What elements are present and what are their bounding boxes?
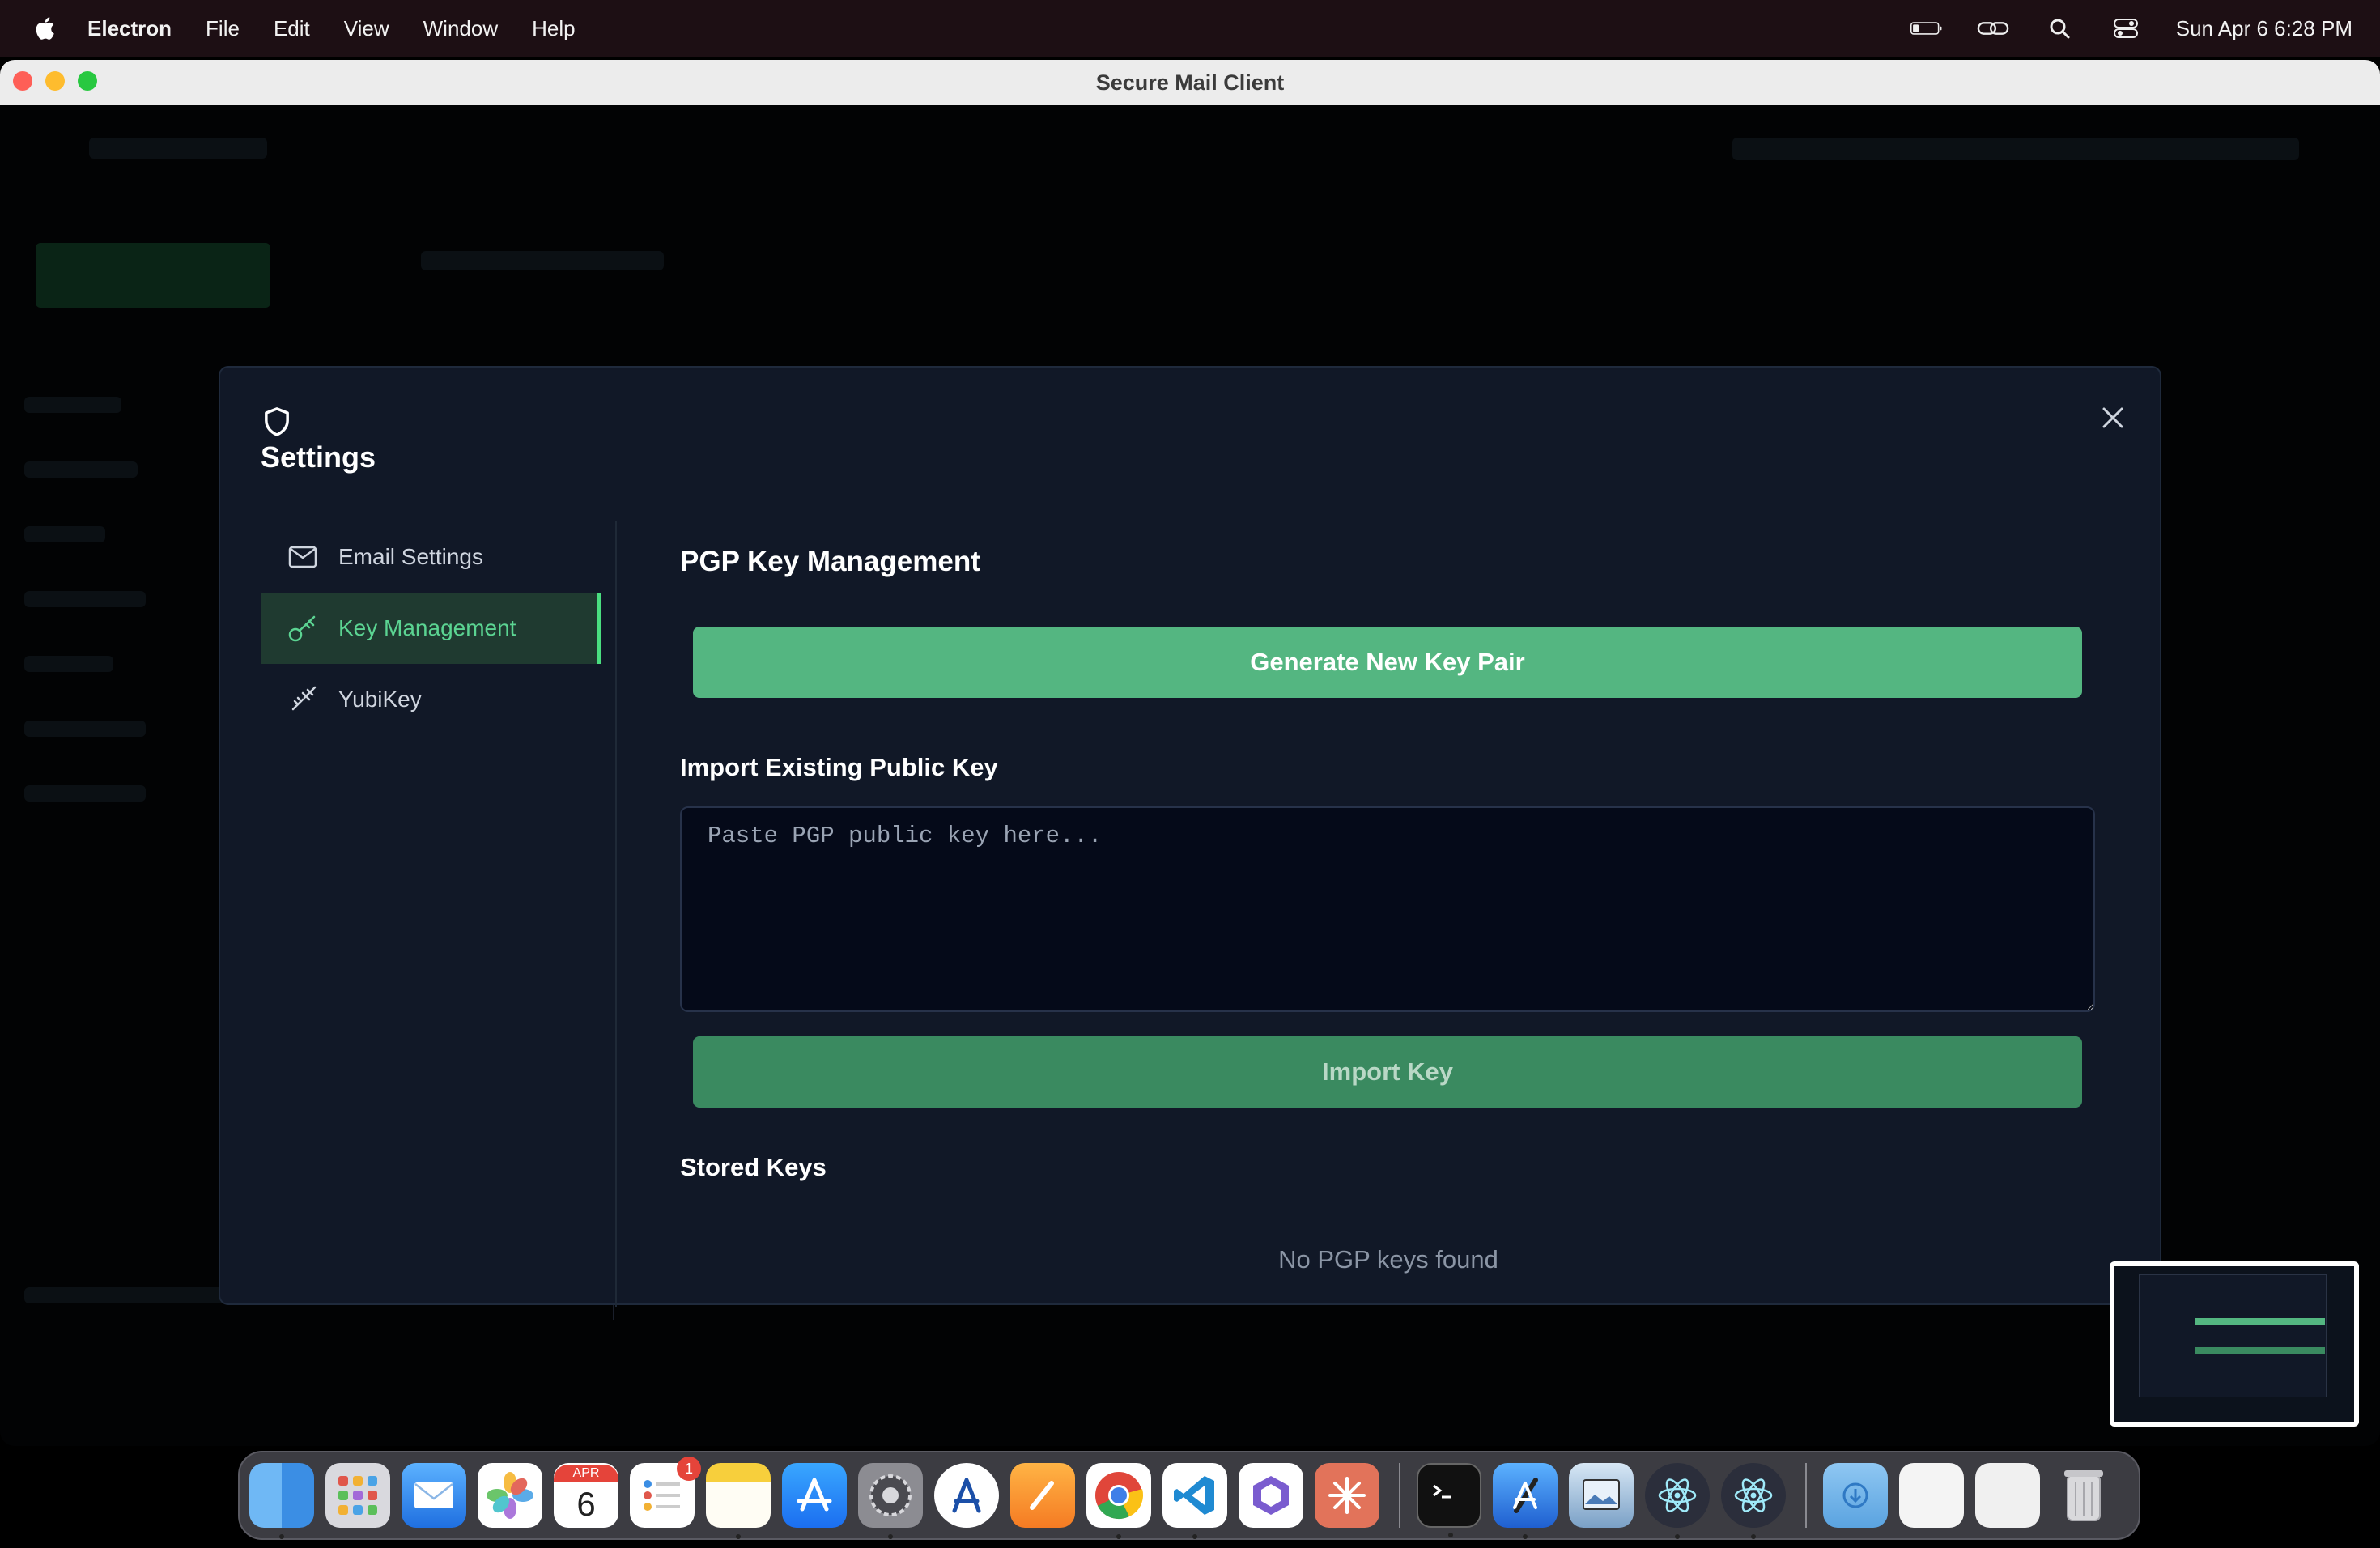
section-title: PGP Key Management (680, 546, 980, 577)
nav-yubikey[interactable]: YubiKey (261, 664, 601, 735)
folder-dimmed (24, 785, 146, 802)
folder-dimmed (24, 526, 105, 542)
shield-icon (265, 407, 289, 436)
empty-keys-message: No PGP keys found (1278, 1245, 1498, 1274)
menu-help[interactable]: Help (532, 16, 575, 41)
close-icon[interactable] (2097, 402, 2129, 434)
xcode-instruments-icon[interactable] (934, 1463, 999, 1528)
spark-icon[interactable] (1315, 1463, 1379, 1528)
window-minimize-button[interactable] (45, 71, 65, 91)
settings-nav: Email Settings Key Management YubiKey (261, 521, 601, 735)
menu-window[interactable]: Window (423, 16, 498, 41)
dock: APR 6 1 (238, 1451, 2140, 1540)
dock-separator (1805, 1463, 1807, 1528)
window-title: Secure Mail Client (1095, 70, 1285, 95)
preview-icon[interactable] (1569, 1463, 1634, 1528)
electron-icon-2[interactable] (1721, 1463, 1786, 1539)
search-bar-dimmed (421, 251, 664, 270)
menu-view[interactable]: View (344, 16, 389, 41)
nav-key-management[interactable]: Key Management (261, 593, 601, 664)
folder-dimmed (24, 397, 121, 413)
window-zoom-button[interactable] (78, 71, 97, 91)
notes-icon[interactable] (706, 1463, 771, 1539)
key-icon (288, 615, 316, 642)
reminders-icon[interactable]: 1 (630, 1457, 701, 1528)
search-icon[interactable] (2043, 16, 2076, 40)
nav-email-settings[interactable]: Email Settings (261, 521, 601, 593)
window-close-button[interactable] (13, 71, 32, 91)
folder-dimmed (24, 656, 113, 672)
documents-stack-icon[interactable] (1899, 1463, 1964, 1528)
nav-yubikey-label: YubiKey (338, 687, 422, 712)
menu-clock[interactable]: Sun Apr 6 6:28 PM (2176, 16, 2352, 41)
link-icon[interactable] (1977, 16, 2009, 40)
control-center-icon[interactable] (2110, 16, 2142, 40)
yubikey-icon (291, 686, 317, 711)
system-settings-icon[interactable] (858, 1463, 923, 1539)
settings-header: Settings (261, 406, 376, 474)
finder-icon[interactable] (249, 1463, 314, 1539)
calendar-month: APR (554, 1465, 618, 1482)
downloads-folder-icon[interactable] (1823, 1463, 1888, 1528)
trash-icon[interactable] (2051, 1463, 2116, 1528)
apple-logo-icon[interactable] (32, 15, 60, 42)
folder-dimmed (24, 721, 146, 737)
settings-title: Settings (261, 440, 376, 474)
menu-bar: Electron File Edit View Window Help Sun … (0, 0, 2380, 57)
window-titlebar: Secure Mail Client (0, 60, 2380, 106)
compose-button-dimmed (36, 243, 270, 308)
screenshot-thumbnail[interactable] (2110, 1261, 2359, 1427)
app-window: Secure Mail Client Settings Email Settin… (0, 60, 2380, 1446)
import-section-title: Import Existing Public Key (680, 753, 998, 781)
app-logo-dimmed (89, 138, 267, 159)
files-stack-icon[interactable] (1975, 1463, 2040, 1528)
mail-icon[interactable] (402, 1463, 466, 1528)
folder-dimmed (24, 461, 138, 478)
stored-keys-title: Stored Keys (680, 1153, 827, 1181)
menu-edit[interactable]: Edit (274, 16, 310, 41)
public-key-input[interactable] (680, 806, 2095, 1012)
calendar-day: 6 (576, 1485, 596, 1523)
xcode-icon[interactable] (1493, 1463, 1558, 1539)
settings-modal: Settings Email Settings Key Management Y… (219, 366, 2161, 1307)
electron-icon[interactable] (1645, 1463, 1710, 1539)
app-store-icon[interactable] (782, 1463, 847, 1528)
photos-icon[interactable] (478, 1463, 542, 1528)
pages-icon[interactable] (1010, 1463, 1075, 1528)
dock-separator (1399, 1463, 1400, 1528)
folder-dimmed (24, 591, 146, 607)
reminders-badge: 1 (677, 1457, 701, 1481)
terminal-icon[interactable] (1417, 1463, 1481, 1537)
menu-app-name[interactable]: Electron (87, 16, 172, 41)
vscode-icon[interactable] (1162, 1463, 1227, 1539)
toolbar-dimmed (1732, 138, 2299, 160)
calendar-icon[interactable]: APR 6 (554, 1463, 618, 1528)
chrome-icon[interactable] (1086, 1463, 1151, 1539)
cube-app-icon[interactable] (1239, 1463, 1303, 1528)
nav-key-management-label: Key Management (338, 615, 516, 640)
generate-key-pair-button[interactable]: Generate New Key Pair (693, 627, 2082, 698)
mail-icon (288, 546, 317, 568)
import-key-button[interactable]: Import Key (693, 1036, 2082, 1108)
nav-email-settings-label: Email Settings (338, 544, 483, 569)
settings-divider (615, 521, 617, 1307)
launchpad-icon[interactable] (325, 1463, 390, 1528)
battery-icon[interactable] (1910, 16, 1943, 40)
key-management-panel: PGP Key Management Generate New Key Pair… (680, 546, 2097, 1274)
menu-file[interactable]: File (206, 16, 240, 41)
